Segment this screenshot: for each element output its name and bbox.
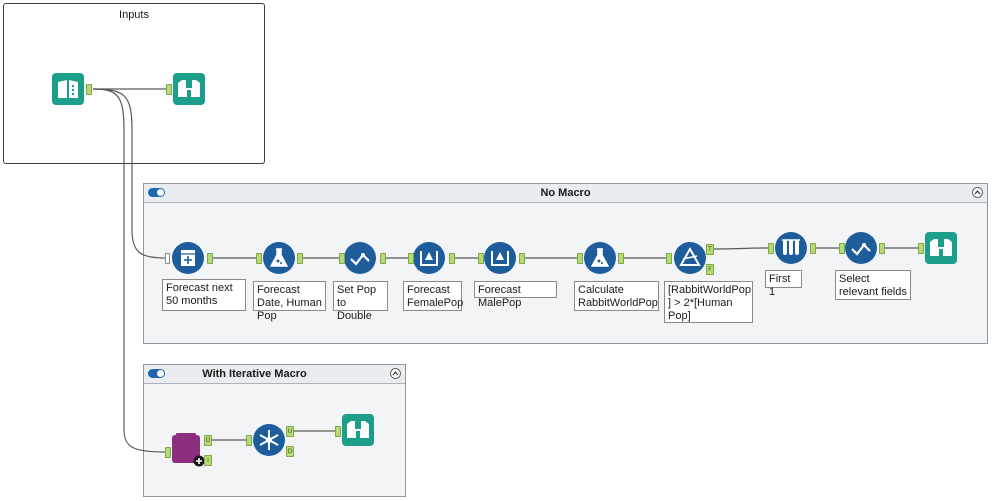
container-title: With Iterative Macro (202, 368, 307, 380)
input-anchor[interactable] (408, 253, 414, 264)
input-anchor[interactable] (666, 253, 672, 264)
select-icon (344, 242, 376, 274)
formula-icon (584, 242, 616, 274)
container-header[interactable]: No Macro (144, 184, 987, 203)
browse-icon (173, 73, 205, 105)
input-anchor[interactable] (478, 253, 484, 264)
select-icon (845, 232, 877, 264)
input-anchor[interactable] (256, 253, 262, 264)
crosstab-icon (413, 242, 445, 274)
container-header[interactable]: With Iterative Macro (144, 365, 405, 384)
input-anchor[interactable] (166, 84, 172, 95)
unique-icon (253, 424, 285, 456)
generate-rows-icon (172, 242, 204, 274)
duplicate-anchor[interactable]: D (286, 446, 294, 457)
container-inputs[interactable]: Inputs (3, 3, 265, 164)
macro-iter-anchor[interactable]: I (204, 455, 212, 466)
input-anchor[interactable] (918, 243, 924, 254)
annotation-select-fields: Select relevant fields (835, 270, 911, 300)
text-input-icon (52, 73, 84, 105)
filter-tool[interactable] (674, 242, 706, 274)
browse-tool[interactable] (173, 73, 205, 105)
output-anchor[interactable] (449, 253, 455, 264)
formula-tool-1[interactable] (263, 242, 295, 274)
output-anchor[interactable] (297, 253, 303, 264)
unique-anchor[interactable]: U (286, 426, 294, 437)
output-anchor[interactable] (380, 253, 386, 264)
container-title: No Macro (540, 187, 591, 199)
output-anchor[interactable] (618, 253, 624, 264)
forecast-male-tool[interactable] (484, 242, 516, 274)
input-anchor[interactable] (339, 253, 345, 264)
select-tool-2[interactable] (845, 232, 877, 264)
filter-icon (674, 242, 706, 274)
output-anchor[interactable] (519, 253, 525, 264)
macro-icon (172, 433, 205, 467)
container-title: Inputs (119, 9, 149, 21)
collapse-icon[interactable] (972, 187, 983, 198)
annotation-filter-expression: [RabbitWorldPop ] > 2*[Human Pop] (664, 281, 753, 323)
formula-icon (263, 242, 295, 274)
input-anchor[interactable] (246, 435, 252, 446)
output-anchor[interactable] (879, 243, 885, 254)
annotation-forecast-male: Forecast MalePop (474, 281, 557, 309)
input-anchor[interactable] (335, 426, 341, 437)
macro-output-anchor[interactable]: O (204, 435, 212, 446)
browse-tool-2[interactable] (925, 232, 957, 264)
annotation-forecast-female: Forecast FemalePop (403, 281, 463, 311)
text-input-tool[interactable] (52, 73, 84, 105)
output-anchor[interactable] (810, 243, 816, 254)
output-anchor[interactable] (86, 84, 92, 95)
input-anchor[interactable] (768, 243, 774, 254)
browse-icon (342, 414, 374, 446)
output-anchor[interactable] (207, 253, 213, 264)
select-tool-1[interactable] (344, 242, 376, 274)
sample-tool[interactable] (775, 232, 807, 264)
crosstab-icon (484, 242, 516, 274)
annotation-first-one: First 1 (765, 270, 802, 298)
annotation-set-pop: Set Pop to Double (333, 281, 388, 322)
forecast-female-tool[interactable] (413, 242, 445, 274)
input-anchor[interactable] (165, 253, 170, 264)
browse-tool-3[interactable] (342, 414, 374, 446)
input-anchor[interactable] (165, 447, 171, 458)
true-anchor[interactable]: T (706, 244, 714, 255)
unique-tool[interactable] (253, 424, 285, 456)
input-anchor[interactable] (577, 253, 583, 264)
iterative-macro-tool[interactable] (172, 433, 206, 467)
annotation-forecast-months: Forecast next 50 months (162, 279, 246, 311)
annotation-forecast-date: Forecast Date, Human Pop (253, 281, 326, 322)
false-anchor[interactable]: F (706, 264, 714, 275)
collapse-icon[interactable] (390, 368, 401, 379)
generate-rows-tool[interactable] (172, 242, 204, 274)
sample-icon (775, 232, 807, 264)
annotation-calc-rabbit: Calculate RabbitWorldPop (574, 281, 659, 311)
input-anchor[interactable] (839, 243, 845, 254)
browse-icon (925, 232, 957, 264)
formula-tool-2[interactable] (584, 242, 616, 274)
